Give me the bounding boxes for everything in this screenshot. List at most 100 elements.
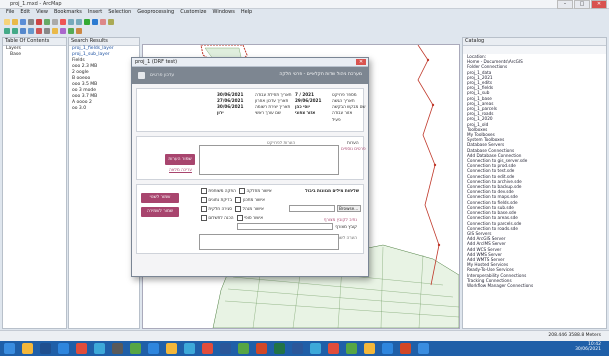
full-extent-icon[interactable]	[28, 27, 34, 34]
notes-section: הערות פרטים נוספים הערות לפרויקט שמור הע…	[136, 136, 366, 180]
delete-icon[interactable]	[60, 18, 66, 25]
measure-icon[interactable]	[60, 27, 66, 34]
search-result-item[interactable]: oo 3.0	[69, 106, 139, 112]
catalog-tree: Home - Documents\ArcGIS Folder Connection…	[463, 59, 606, 288]
menu-geoprocessing[interactable]: Geoprocessing	[137, 9, 174, 16]
toc-layer-item[interactable]: Base	[3, 52, 66, 58]
catalog-toolbar	[463, 46, 606, 54]
dialog-close-button[interactable]: ✕	[356, 59, 366, 65]
file-explorer-icon[interactable]	[22, 343, 33, 354]
catalog-icon[interactable]	[92, 18, 98, 25]
info-right-value: אזור צפוני	[295, 110, 316, 115]
cut-icon[interactable]	[36, 18, 42, 25]
html-popup-icon[interactable]	[76, 27, 82, 34]
permission-checkbox[interactable]	[201, 215, 207, 221]
app-icon[interactable]	[400, 343, 411, 354]
attach-button[interactable]: שמור לשנוי	[141, 193, 179, 203]
zoom-out-icon[interactable]	[12, 27, 18, 34]
app-icon[interactable]	[130, 343, 141, 354]
minimize-button[interactable]: –	[557, 0, 573, 9]
app-icon[interactable]	[256, 343, 267, 354]
permission-checkbox[interactable]	[201, 197, 207, 203]
app-icon[interactable]	[40, 343, 51, 354]
add-data-icon[interactable]	[84, 18, 90, 25]
search-icon[interactable]	[100, 18, 106, 25]
permission-checkbox[interactable]	[236, 215, 243, 221]
app-icon[interactable]	[184, 343, 195, 354]
app-icon[interactable]	[346, 343, 357, 354]
attachment-dropdown[interactable]	[237, 223, 333, 230]
full-edit-link[interactable]: עריכה מלאה	[169, 167, 192, 172]
app-icon[interactable]	[166, 343, 177, 354]
select-icon[interactable]	[36, 27, 42, 34]
print-icon[interactable]	[28, 18, 34, 25]
menu-customize[interactable]: Customize	[180, 9, 206, 16]
app-icon[interactable]	[202, 343, 213, 354]
app-icon[interactable]	[148, 343, 159, 354]
new-icon[interactable]	[4, 18, 10, 25]
menu-file[interactable]: File	[6, 9, 14, 16]
app-icon[interactable]	[238, 343, 249, 354]
identify-icon[interactable]	[44, 27, 50, 34]
find-icon[interactable]	[52, 27, 58, 34]
app-icon[interactable]	[220, 343, 231, 354]
copy-icon[interactable]	[44, 18, 50, 25]
app-icon[interactable]	[328, 343, 339, 354]
bottom-textarea[interactable]	[199, 234, 339, 250]
app-icon[interactable]	[418, 343, 429, 354]
permission-checkbox[interactable]	[239, 188, 246, 194]
pan-icon[interactable]	[20, 27, 26, 34]
menu-selection[interactable]: Selection	[108, 9, 131, 16]
dialog-titlebar: proj_1 (DRF test) ✕	[132, 58, 368, 67]
browse-button[interactable]: Browse...	[337, 205, 361, 212]
menu-edit[interactable]: Edit	[20, 9, 30, 16]
search-panel: Search Results proj_1_fields_layer proj_…	[68, 37, 140, 329]
app-icon[interactable]	[364, 343, 375, 354]
info-right-label: תאריך הגשה	[332, 98, 355, 103]
menu-bookmarks[interactable]: Bookmarks	[54, 9, 82, 16]
app-icon[interactable]	[76, 343, 87, 354]
info-right-label: פעיל	[332, 117, 341, 122]
hyperlink-icon[interactable]	[68, 27, 74, 34]
zoom-in-icon[interactable]	[4, 27, 10, 34]
app-icon[interactable]	[112, 343, 123, 354]
menu-windows[interactable]: Windows	[212, 9, 234, 16]
maximize-button[interactable]: □	[574, 0, 590, 9]
permission-checkbox[interactable]	[235, 206, 242, 212]
menu-view[interactable]: View	[36, 9, 48, 16]
paste-icon[interactable]	[52, 18, 58, 25]
undo-icon[interactable]	[68, 18, 74, 25]
menu-help[interactable]: Help	[241, 9, 252, 16]
file-path-field[interactable]	[289, 205, 335, 212]
start-icon[interactable]	[4, 343, 15, 354]
app-icon[interactable]	[382, 343, 393, 354]
open-icon[interactable]	[12, 18, 18, 25]
notes-extra-link[interactable]: פרטים נוספים	[341, 146, 366, 151]
info-left-value: 30/06/2021	[217, 92, 244, 97]
dialog-header-subtext: עדכון פרטים	[150, 73, 175, 78]
info-section: 30/06/2021 תאריך תחילת עבודה 27/06/2021 …	[136, 88, 366, 132]
permission-checkbox[interactable]	[201, 188, 207, 194]
update-button[interactable]: שמור לשמירה	[141, 207, 179, 217]
info-left-value: 30/06/2021	[217, 104, 244, 109]
catalog-item[interactable]: Workflow Manager Connections	[463, 283, 606, 288]
menu-bar: File Edit View Bookmarks Insert Selectio…	[0, 9, 609, 16]
app-icon[interactable]	[58, 343, 69, 354]
save-icon[interactable]	[20, 18, 26, 25]
dialog-title: proj_1 (DRF test)	[135, 59, 178, 65]
info-right-label: אזור עבודה	[332, 110, 353, 115]
app-icon[interactable]	[310, 343, 321, 354]
app-icon[interactable]	[292, 343, 303, 354]
info-right-label: שם מבקש הבקשה	[332, 104, 366, 109]
info-left-label: תאריך תחילת עבודה	[255, 92, 292, 97]
redo-icon[interactable]	[76, 18, 82, 25]
app-icon[interactable]	[94, 343, 105, 354]
notes-textarea[interactable]	[199, 145, 339, 175]
menu-insert[interactable]: Insert	[88, 9, 102, 16]
toolbox-icon[interactable]	[108, 18, 114, 25]
close-button[interactable]: ✕	[591, 0, 607, 9]
permission-checkbox[interactable]	[201, 206, 207, 212]
save-notes-button[interactable]: שמור הערות	[165, 154, 195, 165]
app-icon[interactable]	[274, 343, 285, 354]
permission-checkbox[interactable]	[235, 197, 242, 203]
